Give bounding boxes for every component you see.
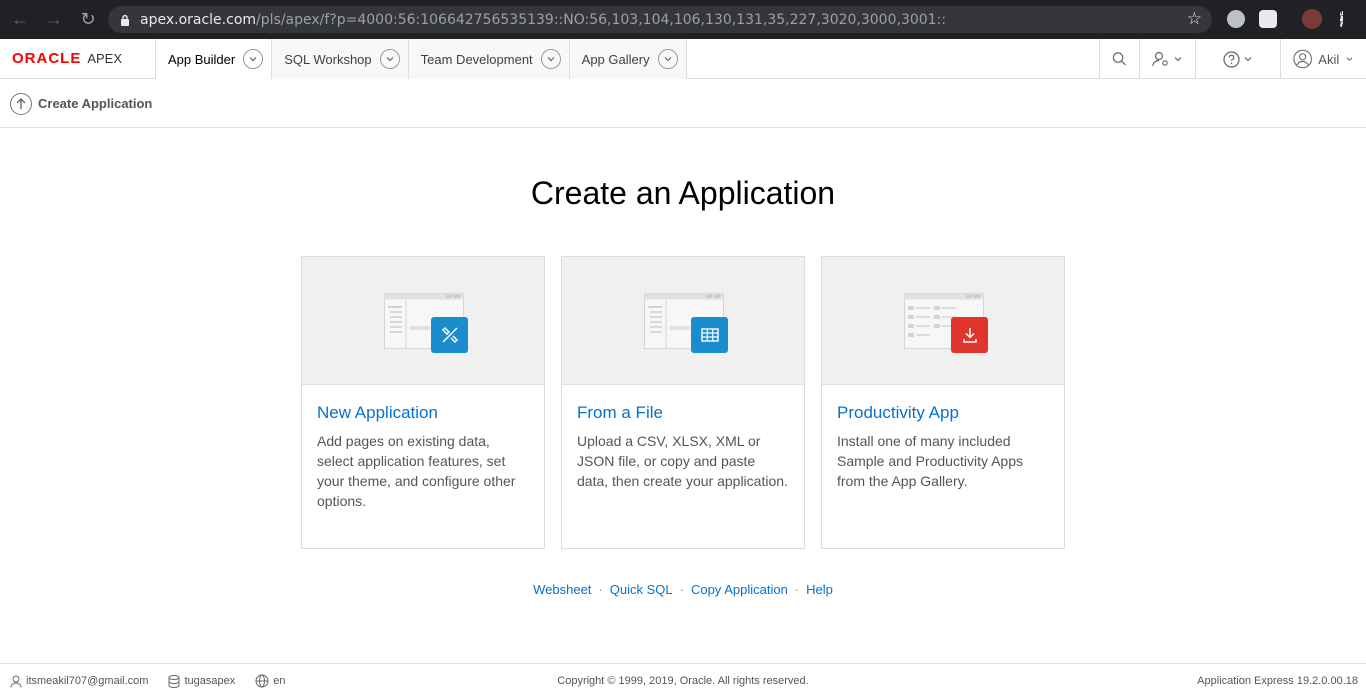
bookmark-star-icon[interactable]: ☆ xyxy=(1187,9,1202,29)
card-description: Add pages on existing data, select appli… xyxy=(317,433,516,509)
tab-label: App Gallery xyxy=(581,51,650,67)
page-footer: itsmeakil707@gmail.com tugasapex en Copy… xyxy=(0,663,1366,698)
from-a-file-card[interactable]: From a File Upload a CSV, XLSX, XML or J… xyxy=(561,256,805,549)
help-icon xyxy=(1223,50,1240,68)
card-illustration xyxy=(562,257,804,385)
help-menu-button[interactable] xyxy=(1195,39,1280,79)
card-description: Install one of many included Sample and … xyxy=(837,433,1023,489)
separator: · xyxy=(679,582,684,597)
up-arrow-icon[interactable] xyxy=(10,92,32,115)
user-menu-button[interactable]: Akil xyxy=(1280,39,1366,79)
chevron-down-icon[interactable] xyxy=(540,49,561,69)
globe-icon xyxy=(255,674,269,688)
productivity-app-card[interactable]: Productivity App Install one of many inc… xyxy=(821,256,1065,549)
tab-app-builder[interactable]: App Builder xyxy=(155,39,273,79)
browser-toolbar: ← → ↻ apex.oracle.com/pls/apex/f?p=4000:… xyxy=(0,0,1366,39)
tab-label: Team Development xyxy=(420,51,533,67)
footer-email: itsmeakil707@gmail.com xyxy=(26,675,149,687)
tab-app-gallery[interactable]: App Gallery xyxy=(569,39,687,79)
secondary-links: Websheet · Quick SQL · Copy Application · Help xyxy=(0,582,1366,597)
card-title[interactable]: From a File xyxy=(577,403,804,423)
oracle-apex-logo[interactable]: ORACLE APEX xyxy=(0,39,155,78)
extension-chat-icon[interactable] xyxy=(1259,10,1277,28)
page-title: Create an Application xyxy=(530,175,836,211)
footer-language[interactable]: en xyxy=(255,674,285,688)
chevron-down-icon[interactable] xyxy=(379,49,400,69)
separator: · xyxy=(794,582,800,597)
url-text: apex.oracle.com/pls/apex/f?p=4000:56:106… xyxy=(140,11,947,28)
tab-team-development[interactable]: Team Development xyxy=(408,39,570,79)
card-illustration xyxy=(302,257,544,385)
card-title[interactable]: New Application xyxy=(317,403,544,423)
tools-icon xyxy=(431,317,468,353)
breadcrumb: Create Application xyxy=(0,80,1366,128)
back-arrow-icon[interactable]: ← xyxy=(6,6,34,34)
card-title[interactable]: Productivity App xyxy=(837,403,1064,423)
profile-avatar-icon[interactable] xyxy=(1302,9,1322,29)
footer-language-code: en xyxy=(273,675,286,687)
chevron-down-icon xyxy=(1174,57,1182,62)
chevron-down-icon[interactable] xyxy=(657,49,678,69)
footer-workspace[interactable]: tugasapex xyxy=(168,674,236,688)
lock-icon xyxy=(121,14,129,26)
footer-workspace-name: tugasapex xyxy=(184,675,236,687)
tab-sql-workshop[interactable]: SQL Workshop xyxy=(272,39,409,79)
search-icon xyxy=(1112,52,1127,66)
breadcrumb-label: Create Application xyxy=(38,96,153,111)
tab-label: App Builder xyxy=(168,51,236,67)
chevron-down-icon xyxy=(1244,57,1252,62)
download-icon xyxy=(951,317,988,353)
database-icon xyxy=(168,674,180,688)
apex-wordmark: APEX xyxy=(87,51,123,66)
card-illustration xyxy=(822,257,1064,385)
user-avatar-icon xyxy=(1293,49,1312,69)
grid-table-icon xyxy=(691,317,728,353)
address-bar[interactable]: apex.oracle.com/pls/apex/f?p=4000:56:106… xyxy=(108,6,1212,33)
footer-version: Application Express 19.2.0.00.18 xyxy=(1197,675,1358,687)
browser-menu-icon[interactable] xyxy=(1340,11,1344,27)
card-description: Upload a CSV, XLSX, XML or JSON file, or… xyxy=(577,433,788,489)
oracle-wordmark: ORACLE xyxy=(12,50,82,67)
chevron-down-icon[interactable] xyxy=(243,49,264,69)
admin-user-icon xyxy=(1152,51,1168,67)
user-icon xyxy=(10,675,22,688)
new-application-card[interactable]: New Application Add pages on existing da… xyxy=(301,256,545,549)
help-link[interactable]: Help xyxy=(806,582,833,597)
extension-globe-icon[interactable] xyxy=(1227,10,1245,28)
administration-menu-button[interactable] xyxy=(1139,39,1195,79)
copy-application-link[interactable]: Copy Application xyxy=(691,582,788,597)
tab-label: SQL Workshop xyxy=(284,51,372,67)
forward-arrow-icon[interactable]: → xyxy=(40,6,68,34)
user-name: Akil xyxy=(1318,51,1340,67)
quick-sql-link[interactable]: Quick SQL xyxy=(610,582,673,597)
websheet-link[interactable]: Websheet xyxy=(533,582,591,597)
separator: · xyxy=(598,582,603,597)
apex-header: ORACLE APEX App Builder SQL Workshop Tea… xyxy=(0,39,1366,79)
chevron-down-icon xyxy=(1346,57,1353,62)
reload-icon[interactable]: ↻ xyxy=(74,6,102,34)
search-button[interactable] xyxy=(1099,39,1139,79)
footer-user[interactable]: itsmeakil707@gmail.com xyxy=(10,675,148,688)
